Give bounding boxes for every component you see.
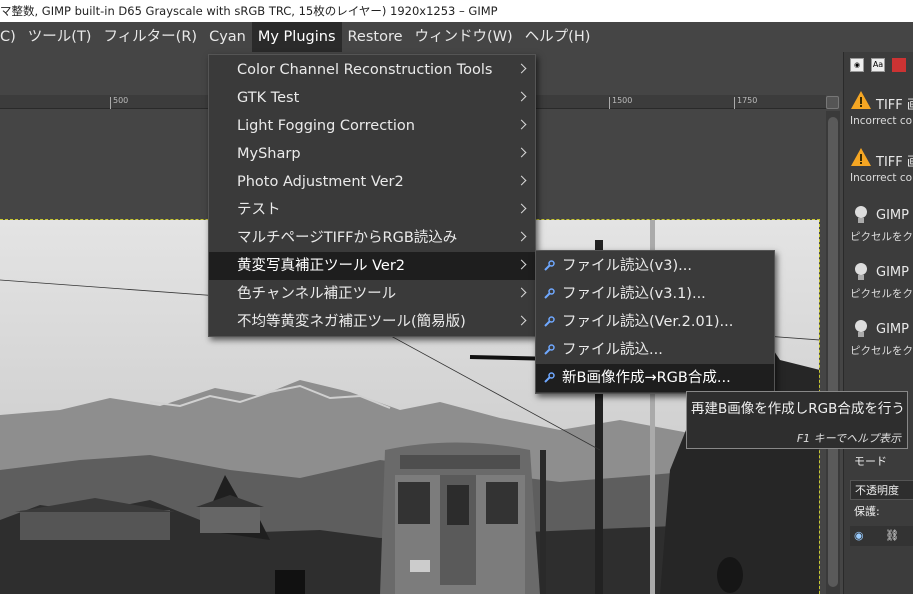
menu-cyan[interactable]: Cyan bbox=[203, 22, 252, 52]
menu-item-test[interactable]: テスト bbox=[209, 196, 535, 224]
menu-window[interactable]: ウィンドウ(W) bbox=[409, 22, 519, 52]
message-item[interactable]: TIFF 画 Incorrect co bbox=[848, 145, 913, 201]
chevron-right-icon bbox=[516, 287, 527, 298]
chevron-right-icon bbox=[516, 91, 527, 102]
menu-item-label: 黄変写真補正ツール Ver2 bbox=[237, 258, 406, 274]
menu-item-label: 色チャンネル補正ツール bbox=[237, 286, 397, 302]
menu-item-color-channel-correction[interactable]: 色チャンネル補正ツール bbox=[209, 280, 535, 308]
menu-filters[interactable]: フィルター(R) bbox=[97, 22, 203, 52]
submenu-item-load-v3[interactable]: ファイル読込(v3)... bbox=[536, 252, 774, 280]
submenu-item-label: 新B画像作成→RGB合成... bbox=[562, 370, 731, 386]
menu-edit[interactable]: C) bbox=[0, 22, 22, 52]
layer-visibility-row[interactable]: ◉ ⛓ bbox=[850, 526, 913, 546]
menu-item-label: MySharp bbox=[237, 146, 301, 162]
menu-item-label: Photo Adjustment Ver2 bbox=[237, 174, 404, 190]
menu-item-gtk-test[interactable]: GTK Test bbox=[209, 84, 535, 112]
tooltip-help-hint: F1 キーでヘルプ表示 bbox=[796, 432, 901, 445]
chevron-right-icon bbox=[516, 231, 527, 242]
submenu-item-label: ファイル読込(v3.1)... bbox=[562, 286, 706, 302]
message-item[interactable]: TIFF 画 Incorrect co bbox=[848, 88, 913, 144]
scrollbar-thumb[interactable] bbox=[828, 117, 838, 587]
lightbulb-icon bbox=[855, 263, 867, 280]
menu-item-label: テスト bbox=[237, 202, 281, 218]
red-icon[interactable] bbox=[892, 58, 906, 72]
chevron-right-icon bbox=[516, 259, 527, 270]
submenu-item-label: ファイル読込(v3)... bbox=[562, 258, 692, 274]
menu-item-label: GTK Test bbox=[237, 90, 300, 106]
menu-my-plugins[interactable]: My Plugins bbox=[251, 22, 342, 52]
plugin-icon bbox=[544, 316, 555, 327]
chevron-right-icon bbox=[516, 63, 527, 74]
mode-label[interactable]: モード bbox=[850, 452, 913, 472]
menu-item-label: Light Fogging Correction bbox=[237, 118, 415, 134]
chain-icon[interactable]: ⛓ bbox=[885, 529, 899, 542]
vertical-scrollbar[interactable] bbox=[826, 111, 840, 594]
message-item[interactable]: GIMP ピクセルをクリ bbox=[848, 259, 913, 315]
message-detail: ピクセルをクリ bbox=[850, 345, 913, 357]
menu-item-yellowing-correction[interactable]: 黄変写真補正ツール Ver2 bbox=[209, 252, 535, 280]
lock-label: 保護: bbox=[854, 505, 880, 518]
menu-item-label: 不均等黄変ネガ補正ツール(簡易版) bbox=[237, 314, 466, 330]
plugin-icon bbox=[544, 288, 555, 299]
window-title: マ整数, GIMP built-in D65 Grayscale with sR… bbox=[0, 4, 498, 18]
message-title: GIMP bbox=[876, 322, 909, 337]
submenu-item-new-b-rgb-composite[interactable]: 新B画像作成→RGB合成... bbox=[536, 364, 774, 392]
chevron-right-icon bbox=[516, 203, 527, 214]
tooltip: 再建B画像を作成しRGB合成を行う F1 キーでヘルプ表示 bbox=[686, 391, 908, 449]
yellowing-correction-submenu: ファイル読込(v3)... ファイル読込(v3.1)... ファイル読込(Ver… bbox=[535, 250, 775, 394]
chevron-right-icon bbox=[516, 175, 527, 186]
window-title-bar: マ整数, GIMP built-in D65 Grayscale with sR… bbox=[0, 0, 913, 22]
menu-item-multipage-tiff[interactable]: マルチページTIFFからRGB読込み bbox=[209, 224, 535, 252]
menu-help[interactable]: ヘルプ(H) bbox=[519, 22, 597, 52]
message-title: TIFF 画 bbox=[876, 155, 913, 170]
chevron-right-icon bbox=[516, 119, 527, 130]
message-title: TIFF 画 bbox=[876, 98, 913, 113]
message-item[interactable]: GIMP ピクセルをクリ bbox=[848, 202, 913, 258]
message-detail: ピクセルをクリ bbox=[850, 231, 913, 243]
menu-tools[interactable]: ツール(T) bbox=[22, 22, 98, 52]
opacity-field[interactable]: 不透明度 bbox=[850, 480, 913, 500]
submenu-item-label: ファイル読込(Ver.2.01)... bbox=[562, 314, 734, 330]
menu-item-label: Color Channel Reconstruction Tools bbox=[237, 62, 493, 78]
submenu-item-load-v3-1[interactable]: ファイル読込(v3.1)... bbox=[536, 280, 774, 308]
submenu-item-load-v2-01[interactable]: ファイル読込(Ver.2.01)... bbox=[536, 308, 774, 336]
menu-item-mysharp[interactable]: MySharp bbox=[209, 140, 535, 168]
plugin-icon bbox=[544, 260, 555, 271]
message-detail: Incorrect co bbox=[850, 172, 913, 184]
warning-icon bbox=[851, 148, 871, 166]
submenu-item-load[interactable]: ファイル読込... bbox=[536, 336, 774, 364]
plugin-icon bbox=[544, 344, 555, 355]
menu-restore[interactable]: Restore bbox=[342, 22, 409, 52]
warning-icon bbox=[851, 91, 871, 109]
menu-item-light-fogging-correction[interactable]: Light Fogging Correction bbox=[209, 112, 535, 140]
message-item[interactable]: GIMP ピクセルをクリ bbox=[848, 316, 913, 372]
message-detail: Incorrect co bbox=[850, 115, 913, 127]
menu-item-uneven-negative-correction[interactable]: 不均等黄変ネガ補正ツール(簡易版) bbox=[209, 308, 535, 336]
tooltip-text: 再建B画像を作成しRGB合成を行う bbox=[691, 401, 905, 417]
my-plugins-menu: Color Channel Reconstruction Tools GTK T… bbox=[208, 54, 536, 337]
lightbulb-icon bbox=[855, 206, 867, 223]
eye-icon[interactable]: ◉ bbox=[854, 529, 864, 542]
lightbulb-icon bbox=[855, 320, 867, 337]
message-title: GIMP bbox=[876, 208, 909, 223]
plugin-icon bbox=[544, 372, 555, 383]
chevron-right-icon bbox=[516, 147, 527, 158]
brush-icon[interactable]: ◉ bbox=[850, 58, 864, 72]
message-detail: ピクセルをクリ bbox=[850, 288, 913, 300]
ruler-tick: 1500 bbox=[609, 97, 632, 109]
text-icon[interactable]: Aa bbox=[871, 58, 885, 72]
submenu-item-label: ファイル読込... bbox=[562, 342, 663, 358]
menu-item-color-channel-reconstruction[interactable]: Color Channel Reconstruction Tools bbox=[209, 56, 535, 84]
menubar: C) ツール(T) フィルター(R) Cyan My Plugins Resto… bbox=[0, 22, 913, 52]
ruler-tick: 1750 bbox=[734, 97, 757, 109]
right-dock: ◉ Aa TIFF 画 Incorrect co TIFF 画 Incorrec… bbox=[843, 52, 913, 594]
message-title: GIMP bbox=[876, 265, 909, 280]
navigate-icon[interactable] bbox=[826, 96, 839, 109]
menu-item-photo-adjustment[interactable]: Photo Adjustment Ver2 bbox=[209, 168, 535, 196]
ruler-tick: 500 bbox=[110, 97, 128, 109]
chevron-right-icon bbox=[516, 315, 527, 326]
menu-item-label: マルチページTIFFからRGB読込み bbox=[237, 230, 458, 246]
